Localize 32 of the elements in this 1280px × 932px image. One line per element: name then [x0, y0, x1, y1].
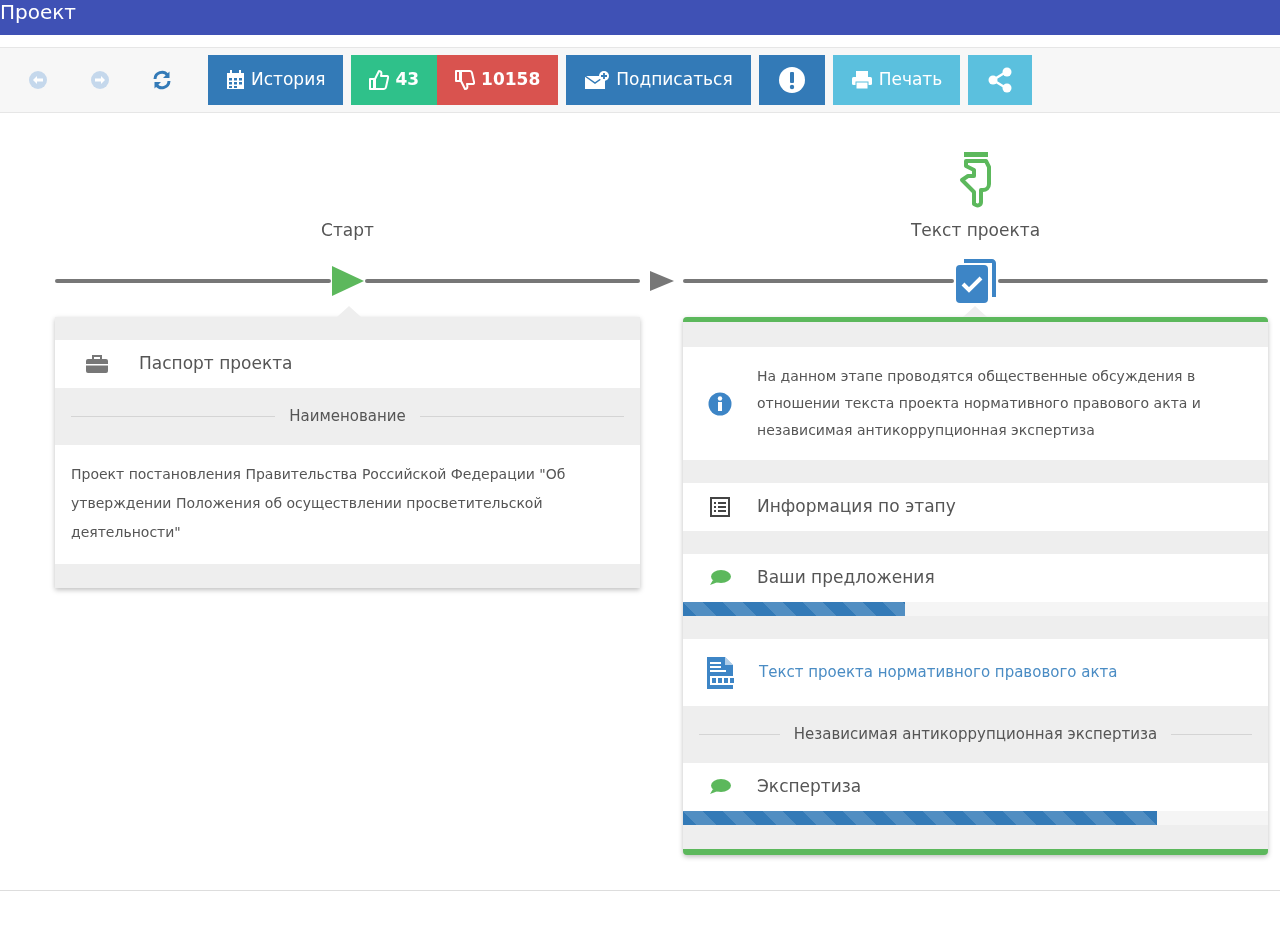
subscribe-button[interactable]: Подписаться [566, 55, 751, 105]
briefcase-icon [86, 355, 108, 373]
calendar-icon [226, 70, 245, 90]
stage-notice: На данном этапе проводятся общественные обсуждения в отношении текста проекта нормативного правового акта и независимая антикоррупционная экспертиза [757, 367, 1202, 440]
project-description: Проект постановления Правительства Российской Федерации "Об утверждении Положения об осуществлении просветительской деятельности" [55, 445, 640, 564]
arrow-head-icon [649, 271, 674, 291]
printer-icon [850, 70, 873, 90]
section-heading: Наименование [289, 406, 406, 428]
docx-file-icon [706, 655, 736, 690]
report-button[interactable] [758, 55, 825, 105]
stage-label: Текст проекта [910, 218, 1041, 242]
exclamation-icon [777, 66, 806, 94]
speech-bubble-icon [709, 569, 731, 587]
history-button[interactable]: История [208, 55, 344, 105]
dislike-button[interactable]: 10158 [437, 55, 559, 105]
thumbs-up-icon [369, 70, 390, 90]
thumbs-down-icon [455, 70, 476, 90]
card-header: Паспорт проекта [139, 352, 293, 376]
share-button[interactable] [968, 55, 1033, 105]
section-heading: Независимая антикоррупционная экспертиза [793, 724, 1158, 746]
stage-label: Старт [321, 218, 374, 242]
stage-info-link[interactable]: Информация по этапу [757, 494, 956, 520]
discussion-link[interactable]: Ваши предложения [757, 565, 935, 591]
refresh-icon [152, 70, 172, 90]
share-icon [987, 67, 1014, 93]
list-icon [710, 497, 730, 517]
like-button[interactable]: 43 [351, 55, 438, 105]
speech-bubble-icon [709, 778, 731, 796]
envelope-plus-icon [584, 70, 611, 90]
window-title: Проект [0, 0, 1280, 35]
discussion-link[interactable]: Экспертиза [757, 774, 862, 800]
info-icon [708, 391, 732, 416]
